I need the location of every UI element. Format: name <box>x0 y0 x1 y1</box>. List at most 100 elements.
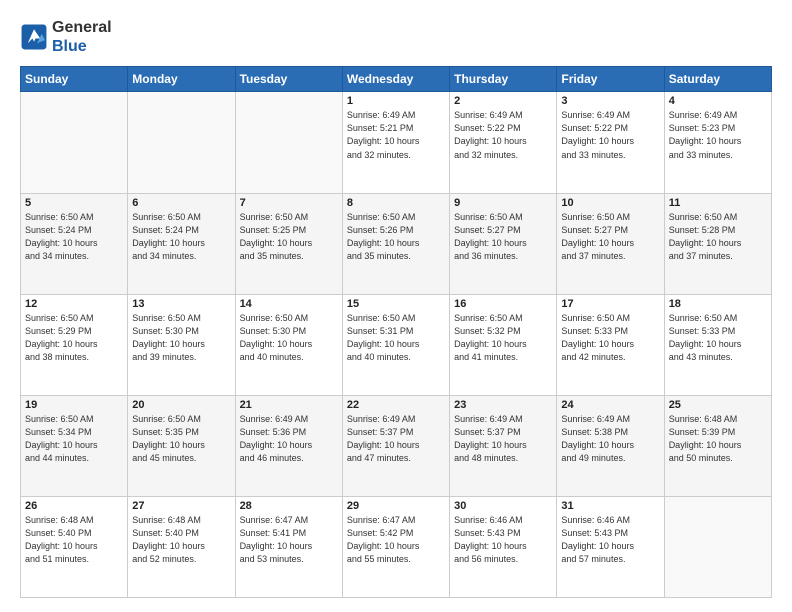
weekday-header-friday: Friday <box>557 67 664 92</box>
day-info: Sunrise: 6:50 AM Sunset: 5:28 PM Dayligh… <box>669 211 767 263</box>
calendar-cell: 11 Sunrise: 6:50 AM Sunset: 5:28 PM Dayli… <box>664 193 771 294</box>
calendar-cell: 15 Sunrise: 6:50 AM Sunset: 5:31 PM Dayli… <box>342 294 449 395</box>
week-row-2: 5 Sunrise: 6:50 AM Sunset: 5:24 PM Daylig… <box>21 193 772 294</box>
calendar-cell: 4 Sunrise: 6:49 AM Sunset: 5:23 PM Daylig… <box>664 92 771 193</box>
calendar-cell: 2 Sunrise: 6:49 AM Sunset: 5:22 PM Daylig… <box>450 92 557 193</box>
calendar-cell: 17 Sunrise: 6:50 AM Sunset: 5:33 PM Dayli… <box>557 294 664 395</box>
day-info: Sunrise: 6:50 AM Sunset: 5:31 PM Dayligh… <box>347 312 445 364</box>
calendar-cell: 3Sunrise: 6:49 AM Sunset: 5:22 PM Daylig… <box>557 92 664 193</box>
day-number: 18 <box>669 298 767 310</box>
day-number: 9 <box>454 197 552 209</box>
day-number: 7 <box>240 197 338 209</box>
week-row-4: 19Sunrise: 6:50 AM Sunset: 5:34 PM Dayli… <box>21 395 772 496</box>
calendar-cell: 10Sunrise: 6:50 AM Sunset: 5:27 PM Dayli… <box>557 193 664 294</box>
day-info: Sunrise: 6:49 AM Sunset: 5:38 PM Dayligh… <box>561 413 659 465</box>
day-number: 30 <box>454 500 552 512</box>
day-number: 29 <box>347 500 445 512</box>
calendar-cell: 29 Sunrise: 6:47 AM Sunset: 5:42 PM Dayli… <box>342 496 449 597</box>
day-info: Sunrise: 6:50 AM Sunset: 5:33 PM Dayligh… <box>669 312 767 364</box>
day-info: Sunrise: 6:50 AM Sunset: 5:35 PM Dayligh… <box>132 413 230 465</box>
calendar-cell: 25 Sunrise: 6:48 AM Sunset: 5:39 PM Dayli… <box>664 395 771 496</box>
day-number: 24 <box>561 399 659 411</box>
day-number: 11 <box>669 197 767 209</box>
day-number: 28 <box>240 500 338 512</box>
day-info: Sunrise: 6:49 AM Sunset: 5:22 PM Dayligh… <box>561 109 659 161</box>
weekday-header-sunday: Sunday <box>21 67 128 92</box>
calendar-cell: 9 Sunrise: 6:50 AM Sunset: 5:27 PM Daylig… <box>450 193 557 294</box>
page: General Blue SundayMondayTuesdayWednesda… <box>0 0 792 612</box>
weekday-header-thursday: Thursday <box>450 67 557 92</box>
day-info: Sunrise: 6:50 AM Sunset: 5:29 PM Dayligh… <box>25 312 123 364</box>
day-number: 26 <box>25 500 123 512</box>
calendar-cell: 8 Sunrise: 6:50 AM Sunset: 5:26 PM Daylig… <box>342 193 449 294</box>
calendar-cell: 1Sunrise: 6:49 AM Sunset: 5:21 PM Daylig… <box>342 92 449 193</box>
calendar-cell: 21 Sunrise: 6:49 AM Sunset: 5:36 PM Dayli… <box>235 395 342 496</box>
calendar-cell: 31Sunrise: 6:46 AM Sunset: 5:43 PM Dayli… <box>557 496 664 597</box>
day-info: Sunrise: 6:49 AM Sunset: 5:23 PM Dayligh… <box>669 109 767 161</box>
day-number: 16 <box>454 298 552 310</box>
day-info: Sunrise: 6:50 AM Sunset: 5:24 PM Dayligh… <box>25 211 123 263</box>
calendar-cell: 23 Sunrise: 6:49 AM Sunset: 5:37 PM Dayli… <box>450 395 557 496</box>
calendar-cell: 20Sunrise: 6:50 AM Sunset: 5:35 PM Dayli… <box>128 395 235 496</box>
weekday-header-tuesday: Tuesday <box>235 67 342 92</box>
day-info: Sunrise: 6:50 AM Sunset: 5:34 PM Dayligh… <box>25 413 123 465</box>
calendar-cell: 12 Sunrise: 6:50 AM Sunset: 5:29 PM Dayli… <box>21 294 128 395</box>
day-info: Sunrise: 6:47 AM Sunset: 5:42 PM Dayligh… <box>347 514 445 566</box>
day-info: Sunrise: 6:50 AM Sunset: 5:27 PM Dayligh… <box>561 211 659 263</box>
calendar-cell: 18 Sunrise: 6:50 AM Sunset: 5:33 PM Dayli… <box>664 294 771 395</box>
calendar-cell: 27Sunrise: 6:48 AM Sunset: 5:40 PM Dayli… <box>128 496 235 597</box>
calendar-cell: 30 Sunrise: 6:46 AM Sunset: 5:43 PM Dayli… <box>450 496 557 597</box>
day-number: 31 <box>561 500 659 512</box>
day-info: Sunrise: 6:49 AM Sunset: 5:37 PM Dayligh… <box>454 413 552 465</box>
calendar-cell: 19Sunrise: 6:50 AM Sunset: 5:34 PM Dayli… <box>21 395 128 496</box>
day-number: 13 <box>132 298 230 310</box>
day-info: Sunrise: 6:49 AM Sunset: 5:22 PM Dayligh… <box>454 109 552 161</box>
day-info: Sunrise: 6:50 AM Sunset: 5:30 PM Dayligh… <box>132 312 230 364</box>
day-info: Sunrise: 6:46 AM Sunset: 5:43 PM Dayligh… <box>454 514 552 566</box>
day-info: Sunrise: 6:50 AM Sunset: 5:26 PM Dayligh… <box>347 211 445 263</box>
day-info: Sunrise: 6:50 AM Sunset: 5:25 PM Dayligh… <box>240 211 338 263</box>
weekday-header-row: SundayMondayTuesdayWednesdayThursdayFrid… <box>21 67 772 92</box>
day-info: Sunrise: 6:49 AM Sunset: 5:36 PM Dayligh… <box>240 413 338 465</box>
day-number: 6 <box>132 197 230 209</box>
logo-text: General Blue <box>52 18 112 56</box>
calendar-cell <box>21 92 128 193</box>
day-number: 17 <box>561 298 659 310</box>
day-number: 2 <box>454 95 552 107</box>
calendar-cell: 16 Sunrise: 6:50 AM Sunset: 5:32 PM Dayli… <box>450 294 557 395</box>
calendar-table: SundayMondayTuesdayWednesdayThursdayFrid… <box>20 66 772 598</box>
day-number: 27 <box>132 500 230 512</box>
weekday-header-monday: Monday <box>128 67 235 92</box>
day-info: Sunrise: 6:50 AM Sunset: 5:27 PM Dayligh… <box>454 211 552 263</box>
logo: General Blue <box>20 18 112 56</box>
calendar-cell: 14Sunrise: 6:50 AM Sunset: 5:30 PM Dayli… <box>235 294 342 395</box>
day-number: 8 <box>347 197 445 209</box>
week-row-5: 26 Sunrise: 6:48 AM Sunset: 5:40 PM Dayli… <box>21 496 772 597</box>
day-info: Sunrise: 6:50 AM Sunset: 5:33 PM Dayligh… <box>561 312 659 364</box>
day-info: Sunrise: 6:48 AM Sunset: 5:40 PM Dayligh… <box>25 514 123 566</box>
week-row-3: 12 Sunrise: 6:50 AM Sunset: 5:29 PM Dayli… <box>21 294 772 395</box>
calendar-cell <box>128 92 235 193</box>
week-row-1: 1Sunrise: 6:49 AM Sunset: 5:21 PM Daylig… <box>21 92 772 193</box>
day-number: 15 <box>347 298 445 310</box>
day-info: Sunrise: 6:48 AM Sunset: 5:39 PM Dayligh… <box>669 413 767 465</box>
day-info: Sunrise: 6:50 AM Sunset: 5:24 PM Dayligh… <box>132 211 230 263</box>
day-number: 23 <box>454 399 552 411</box>
calendar-cell: 22Sunrise: 6:49 AM Sunset: 5:37 PM Dayli… <box>342 395 449 496</box>
calendar-cell: 7 Sunrise: 6:50 AM Sunset: 5:25 PM Daylig… <box>235 193 342 294</box>
day-number: 5 <box>25 197 123 209</box>
day-info: Sunrise: 6:50 AM Sunset: 5:32 PM Dayligh… <box>454 312 552 364</box>
calendar-cell: 24 Sunrise: 6:49 AM Sunset: 5:38 PM Dayli… <box>557 395 664 496</box>
calendar-cell: 28Sunrise: 6:47 AM Sunset: 5:41 PM Dayli… <box>235 496 342 597</box>
calendar-cell <box>664 496 771 597</box>
calendar-cell: 26 Sunrise: 6:48 AM Sunset: 5:40 PM Dayli… <box>21 496 128 597</box>
day-number: 14 <box>240 298 338 310</box>
day-number: 21 <box>240 399 338 411</box>
weekday-header-saturday: Saturday <box>664 67 771 92</box>
day-number: 12 <box>25 298 123 310</box>
day-info: Sunrise: 6:49 AM Sunset: 5:37 PM Dayligh… <box>347 413 445 465</box>
weekday-header-wednesday: Wednesday <box>342 67 449 92</box>
day-number: 4 <box>669 95 767 107</box>
day-number: 25 <box>669 399 767 411</box>
day-info: Sunrise: 6:49 AM Sunset: 5:21 PM Dayligh… <box>347 109 445 161</box>
